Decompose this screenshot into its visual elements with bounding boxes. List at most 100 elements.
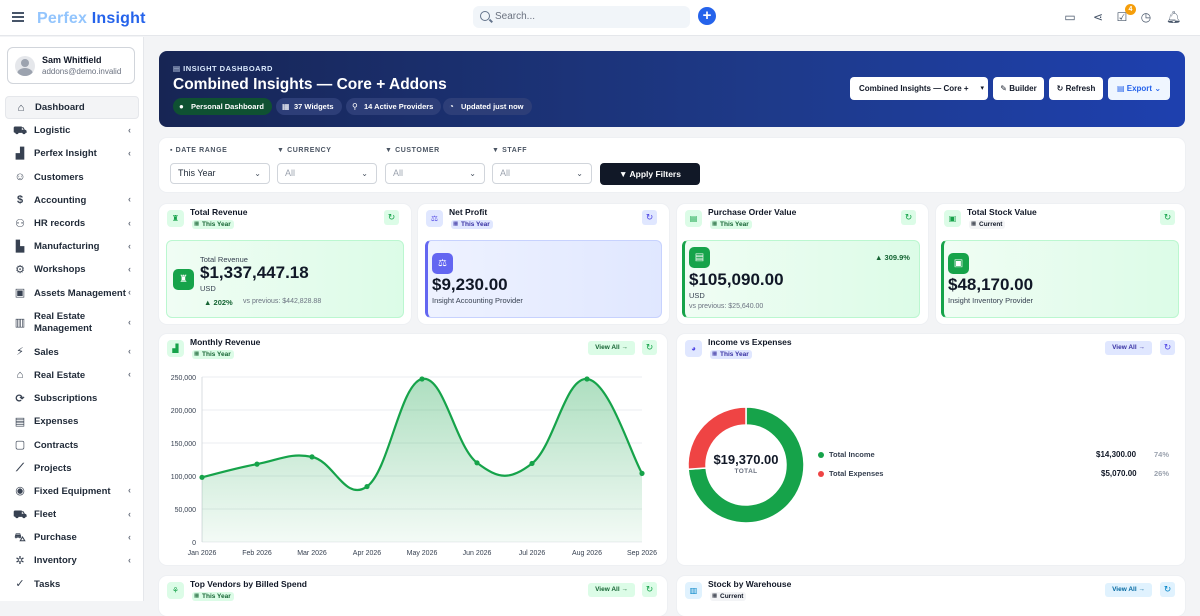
- sidebar-item-logistic[interactable]: ⛟ Logistic ‹: [5, 119, 139, 142]
- file-invoice-icon: ▤: [685, 210, 702, 227]
- kpi-value: $9,230.00: [432, 275, 508, 294]
- chevron-left-icon: ‹: [128, 147, 131, 158]
- filter-icon: ▼: [277, 147, 288, 154]
- avatar: [15, 56, 35, 76]
- view-all-button[interactable]: View All →: [1105, 341, 1152, 355]
- sidebar-item-accounting[interactable]: $ Accounting ‹: [5, 189, 139, 212]
- clock-icon[interactable]: ◷: [1139, 10, 1153, 24]
- builder-button[interactable]: ✎ Builder: [993, 77, 1044, 100]
- x-tick-label: Jun 2026: [463, 550, 492, 557]
- house-icon: ⌂: [16, 369, 24, 382]
- stock-by-warehouse-card: ▥ Stock by Warehouse Current View All → …: [677, 576, 1185, 616]
- data-point: [199, 474, 205, 480]
- sidebar-item-subscriptions[interactable]: ⟳ Subscriptions: [5, 387, 139, 410]
- sidebar-item-label: Expenses: [34, 416, 79, 428]
- sidebar-item-label: Perfex Insight: [34, 148, 97, 160]
- caret-up-icon: ▲: [204, 298, 212, 307]
- kpi-panel: ♜ Total Revenue $1,337,447.18 USD ▲ 202%…: [166, 240, 404, 318]
- customer-select[interactable]: All ⌄: [385, 163, 485, 184]
- x-tick-label: Feb 2026: [242, 550, 272, 557]
- sidebar-item-label: Manufacturing: [34, 241, 100, 253]
- chevron-left-icon: ‹: [128, 508, 131, 519]
- search-input[interactable]: Search...: [473, 6, 690, 28]
- app-logo[interactable]: Perfex Insight: [37, 10, 146, 28]
- apply-filters-button[interactable]: ▼ Apply Filters: [600, 163, 700, 185]
- menu-icon[interactable]: [12, 12, 24, 22]
- car-icon: ⛟: [13, 508, 27, 521]
- date-range-label: ▪ DATE RANGE: [170, 147, 228, 154]
- card-period-badge: Current: [710, 592, 747, 601]
- money-bag-icon: ♜: [167, 210, 184, 227]
- sidebar-item-dashboard[interactable]: ⌂ Dashboard: [5, 96, 139, 120]
- scale-icon: ⚖: [426, 210, 443, 227]
- view-all-button[interactable]: View All →: [1105, 583, 1152, 597]
- data-point: [584, 376, 590, 382]
- refresh-icon[interactable]: ↻: [1160, 582, 1175, 597]
- sidebar-item-expenses[interactable]: ▤ Expenses: [5, 410, 139, 433]
- staff-label: ▼ STAFF: [492, 147, 528, 154]
- sidebar-item-purchase[interactable]: ⛍ Purchase ‹: [5, 526, 139, 549]
- sidebar-item-workshops[interactable]: ⚙ Workshops ‹: [5, 258, 139, 281]
- refresh-icon[interactable]: ↻: [1160, 340, 1175, 355]
- sidebar-item-label: Customers: [34, 171, 84, 183]
- clock-icon: ◔: [449, 102, 454, 111]
- sidebar-item-sales[interactable]: ⚡ Sales ‹: [5, 341, 139, 364]
- disc-icon: ◉: [15, 485, 25, 498]
- monthly-revenue-card: ▟ Monthly Revenue This Year View All → ↻…: [159, 334, 667, 565]
- dashboard-select[interactable]: Combined Insights — Core + ▾: [850, 77, 988, 100]
- quick-add-button[interactable]: +: [698, 7, 716, 25]
- sidebar-item-assets-management[interactable]: ▣ Assets Management ‹: [5, 282, 139, 305]
- staff-select[interactable]: All ⌄: [492, 163, 592, 184]
- sidebar-item-projects[interactable]: ⟋ Projects: [5, 457, 139, 480]
- sidebar-item-label: Fleet: [34, 509, 57, 521]
- sidebar-item-fleet[interactable]: ⛟ Fleet ‹: [5, 503, 139, 526]
- refresh-icon[interactable]: ↻: [384, 210, 399, 225]
- y-tick-label: 0: [192, 540, 196, 547]
- chevron-left-icon: ‹: [128, 485, 131, 496]
- chevron-left-icon: ‹: [128, 316, 131, 327]
- tools-icon: ✎: [1000, 84, 1007, 93]
- refresh-icon[interactable]: ↻: [642, 582, 657, 597]
- bell-icon[interactable]: 🔔︎: [1166, 10, 1181, 24]
- refresh-icon[interactable]: ↻: [1160, 210, 1175, 225]
- sidebar-item-label: Contracts: [34, 439, 79, 451]
- sidebar-item-fixed-equipment[interactable]: ◉ Fixed Equipment ‹: [5, 480, 139, 503]
- kpi-total-stock-value: ▣ Total Stock Value Current ↻ ▣ $48,170.…: [936, 204, 1185, 324]
- bolt-icon: ⚡: [16, 346, 24, 359]
- card-title: Purchase Order Value: [708, 207, 797, 217]
- sidebar-item-customers[interactable]: ☺ Customers: [5, 166, 139, 189]
- sidebar-item-real-estate[interactable]: ⌂ Real Estate ‹: [5, 364, 139, 387]
- data-point: [474, 460, 480, 466]
- refresh-icon[interactable]: ↻: [901, 210, 916, 225]
- chevron-left-icon: ‹: [128, 346, 131, 357]
- refresh-button[interactable]: ↻ Refresh: [1049, 77, 1103, 100]
- share-icon[interactable]: ⋖: [1091, 10, 1105, 24]
- vendors-icon: ⚘: [167, 582, 184, 599]
- data-point: [639, 470, 645, 476]
- sidebar-item-real-estate-management[interactable]: ▥ Real Estate Management ‹: [5, 305, 139, 341]
- id-card-icon[interactable]: ▭: [1063, 10, 1077, 24]
- building-icon: ▥: [14, 316, 26, 329]
- view-all-button[interactable]: View All →: [588, 583, 635, 597]
- chevron-down-icon: ⌄: [1154, 84, 1162, 93]
- date-range-select[interactable]: This Year ⌄: [170, 163, 270, 184]
- sidebar-item-hr-records[interactable]: ⚇ HR records ‹: [5, 212, 139, 235]
- sidebar-item-contracts[interactable]: ▢ Contracts: [5, 433, 139, 456]
- filter-icon: ▼: [492, 147, 503, 154]
- currency-select[interactable]: All ⌄: [277, 163, 377, 184]
- sidebar-item-perfex-insight[interactable]: ▟ Perfex Insight ‹: [5, 142, 139, 165]
- sidebar-item-inventory[interactable]: ✲ Inventory ‹: [5, 549, 139, 572]
- sidebar-item-label: Purchase: [34, 532, 77, 544]
- sidebar-item-tasks[interactable]: ✓ Tasks: [5, 573, 139, 596]
- card-title: Income vs Expenses: [708, 337, 792, 347]
- pill-providers: ⚲ 14 Active Providers: [346, 98, 442, 115]
- refresh-icon: ↻: [1056, 84, 1064, 93]
- user-card[interactable]: Sam Whitfield addons@demo.invalid: [7, 47, 135, 84]
- export-button[interactable]: ▤ Export ⌄: [1108, 77, 1170, 100]
- card-title: Total Stock Value: [967, 207, 1037, 217]
- file-export-icon: ▤: [1116, 84, 1125, 93]
- sidebar-item-manufacturing[interactable]: ▙ Manufacturing ‹: [5, 235, 139, 258]
- chevron-left-icon: ‹: [128, 554, 131, 565]
- refresh-icon[interactable]: ↻: [642, 210, 657, 225]
- y-tick-label: 100,000: [171, 474, 196, 481]
